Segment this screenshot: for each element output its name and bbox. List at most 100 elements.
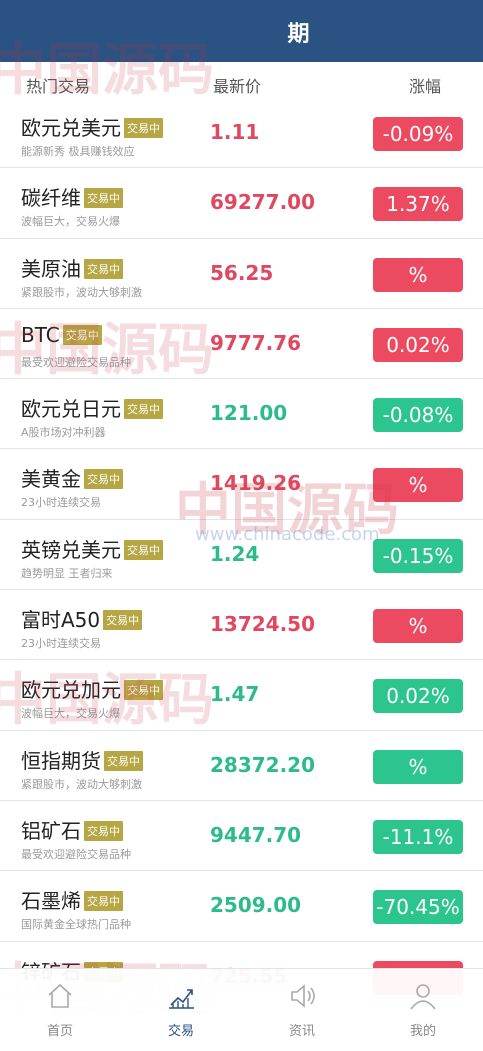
quote-row[interactable]: 美黄金 交易中 23小时连续交易 1419.26%: [0, 449, 483, 520]
bottom-tab-bar: 首页 交易 资讯 我的: [0, 968, 483, 1051]
column-name-header: 热门交易: [26, 77, 91, 96]
instrument-name-text: 富时A50: [21, 608, 101, 633]
tab-profile[interactable]: 我的: [363, 969, 483, 1051]
speaker-icon: [291, 984, 315, 1008]
quote-row[interactable]: 美原油 交易中 紧跟股市，波动大够刺激 56.25%: [0, 238, 483, 309]
page-title: 期: [287, 22, 310, 47]
home-icon: [48, 983, 72, 1008]
instrument-description: 趋势明显 王者归来: [21, 566, 113, 580]
instrument-name: 石墨烯 交易中: [21, 885, 123, 914]
instrument-description: 能源新秀 极具赚钱效应: [21, 145, 135, 158]
quote-row[interactable]: 恒指期货 交易中 紧跟股市，波动大够刺激 28372.20%: [0, 730, 483, 801]
instrument-description: 23小时连续交易: [21, 637, 101, 651]
latest-price: 1419.26: [210, 471, 302, 496]
change-percent-button[interactable]: -0.15%: [373, 538, 463, 573]
instrument-name-text: 恒指期货: [21, 748, 101, 773]
tab-profile-label: 我的: [409, 1024, 436, 1039]
tab-home[interactable]: 首页: [0, 969, 120, 1051]
instrument-name-text: 欧元兑美元: [21, 116, 121, 140]
instrument-name-text: 欧元兑加元: [21, 678, 121, 703]
trading-status-badge: 交易中: [124, 399, 163, 420]
change-percent-button[interactable]: -0.09%: [373, 117, 463, 151]
tab-home-label: 首页: [46, 1024, 73, 1039]
trading-status-badge: 交易中: [124, 539, 163, 560]
latest-price: 1.47: [210, 682, 260, 707]
quote-row[interactable]: 富时A50 交易中 23小时连续交易 13724.50%: [0, 590, 483, 661]
trading-status-badge: 交易中: [84, 820, 123, 841]
instrument-name: 恒指期货 交易中: [21, 745, 143, 774]
trading-status-badge: 交易中: [62, 324, 102, 345]
instrument-name: 欧元兑美元 交易中: [21, 112, 163, 141]
instrument-description: 波幅巨大，交易火爆: [21, 215, 120, 229]
trading-status-badge: 交易中: [104, 750, 143, 771]
instrument-description: 最受欢迎避险交易品种: [21, 355, 131, 369]
tab-trade[interactable]: 交易: [121, 969, 241, 1051]
latest-price: 9777.76: [210, 330, 302, 355]
latest-price: 1.11: [210, 120, 260, 144]
instrument-name-text: 碳纤维: [21, 186, 81, 211]
quote-row[interactable]: 碳纤维 交易中波幅巨大，交易火爆 69277.00 1.37%: [0, 168, 483, 239]
quote-row[interactable]: BTC 交易中最受欢迎避险交易品种 9777.76 0.02%: [0, 308, 483, 380]
instrument-description: A股市场对冲利器: [21, 426, 106, 440]
instrument-name: 欧元兑日元 交易中: [21, 393, 163, 422]
trading-status-badge: 交易中: [84, 891, 123, 912]
latest-price: 121.00: [210, 401, 288, 426]
instrument-description: 紧跟股市，波动大够刺激: [21, 285, 142, 299]
instrument-name-text: 铝矿石: [21, 818, 81, 843]
quote-row[interactable]: 欧元兑美元 交易中能源新秀 极具赚钱效应 1.11 -0.09%: [0, 98, 483, 169]
instrument-description: 国际黄金全球热门品种: [21, 918, 131, 932]
tab-trade-label: 交易: [167, 1024, 194, 1039]
change-percent-button[interactable]: %: [373, 257, 463, 292]
instrument-name: 欧元兑加元 交易中: [21, 674, 163, 703]
change-percent-button[interactable]: -11.1%: [373, 819, 463, 854]
quote-row[interactable]: 欧元兑加元 交易中 波幅巨大，交易火爆 1.47 0.02%: [0, 660, 483, 731]
trading-status-badge: 交易中: [84, 469, 123, 490]
instrument-description: 23小时连续交易: [21, 496, 101, 510]
instrument-name: 美原油 交易中: [21, 253, 123, 282]
latest-price: 2509.00: [210, 893, 302, 918]
instrument-description: 波幅巨大，交易火爆: [21, 707, 120, 721]
change-percent-button[interactable]: %: [373, 609, 463, 644]
column-change-header: 涨幅: [409, 77, 442, 96]
instrument-name-text: 英镑兑美元: [21, 537, 121, 562]
quote-row[interactable]: 欧元兑日元 交易中 A股市场对冲利器 121.00 -0.08%: [0, 379, 483, 450]
latest-price: 28372.20: [210, 752, 316, 777]
instrument-name: 铝矿石 交易中: [21, 815, 123, 844]
top-nav-bar: 期: [0, 0, 483, 62]
instrument-name: 美黄金 交易中: [21, 463, 123, 492]
instrument-name: 富时A50 交易中: [21, 604, 143, 633]
change-percent-button[interactable]: -70.45%: [373, 890, 463, 925]
instrument-description: 最受欢迎避险交易品种: [21, 847, 131, 861]
change-percent-button[interactable]: 0.02%: [373, 327, 463, 362]
instrument-name-text: BTC: [21, 322, 60, 347]
change-percent-button[interactable]: 1.37%: [373, 187, 463, 222]
trading-status-badge: 交易中: [124, 118, 163, 138]
app-screen: 期 热门交易 最新价 涨幅 欧元兑美元 交易中 能源新秀 极具赚钱效应 1.11 -0.…: [0, 0, 483, 1051]
change-percent-button[interactable]: %: [373, 749, 463, 784]
change-percent-button[interactable]: %: [373, 468, 463, 503]
trading-status-badge: 交易中: [84, 258, 123, 279]
change-percent-button[interactable]: 0.02%: [373, 679, 463, 714]
quote-row[interactable]: 石墨烯 交易中国际黄金全球热门品种 2509.00 -70.45%: [0, 871, 483, 942]
instrument-name: BTC 交易中: [21, 323, 102, 347]
instrument-name: 英镑兑美元 交易中: [21, 534, 163, 563]
instrument-name-text: 欧元兑日元: [21, 397, 121, 422]
instrument-name: 碳纤维 交易中: [21, 182, 123, 211]
tab-news-label: 资讯: [288, 1024, 315, 1039]
instrument-name-text: 美黄金: [21, 467, 81, 492]
chart-icon: [169, 989, 194, 1009]
instrument-name-text: 美原油: [21, 256, 81, 281]
trading-status-badge: 交易中: [124, 680, 163, 701]
latest-price: 1.24: [210, 541, 260, 566]
latest-price: 69277.00: [210, 190, 316, 215]
column-price-header: 最新价: [213, 77, 262, 96]
quote-row[interactable]: 铝矿石 交易中最受欢迎避险交易品种 9447.70 -11.1%: [0, 800, 483, 872]
trading-status-badge: 交易中: [84, 188, 123, 209]
quote-list: 欧元兑美元 交易中 能源新秀 极具赚钱效应 1.11 -0.09% 碳纤维 交易中 波幅巨大，…: [0, 98, 483, 1012]
user-icon: [410, 984, 436, 1010]
change-percent-button[interactable]: -0.08%: [373, 398, 463, 433]
latest-price: 9447.70: [210, 822, 302, 847]
quote-row[interactable]: 英镑兑美元 交易中 趋势明显 王者归来 1.24 -0.15%: [0, 519, 483, 591]
tab-news[interactable]: 资讯: [242, 969, 362, 1051]
latest-price: 13724.50: [210, 612, 316, 637]
